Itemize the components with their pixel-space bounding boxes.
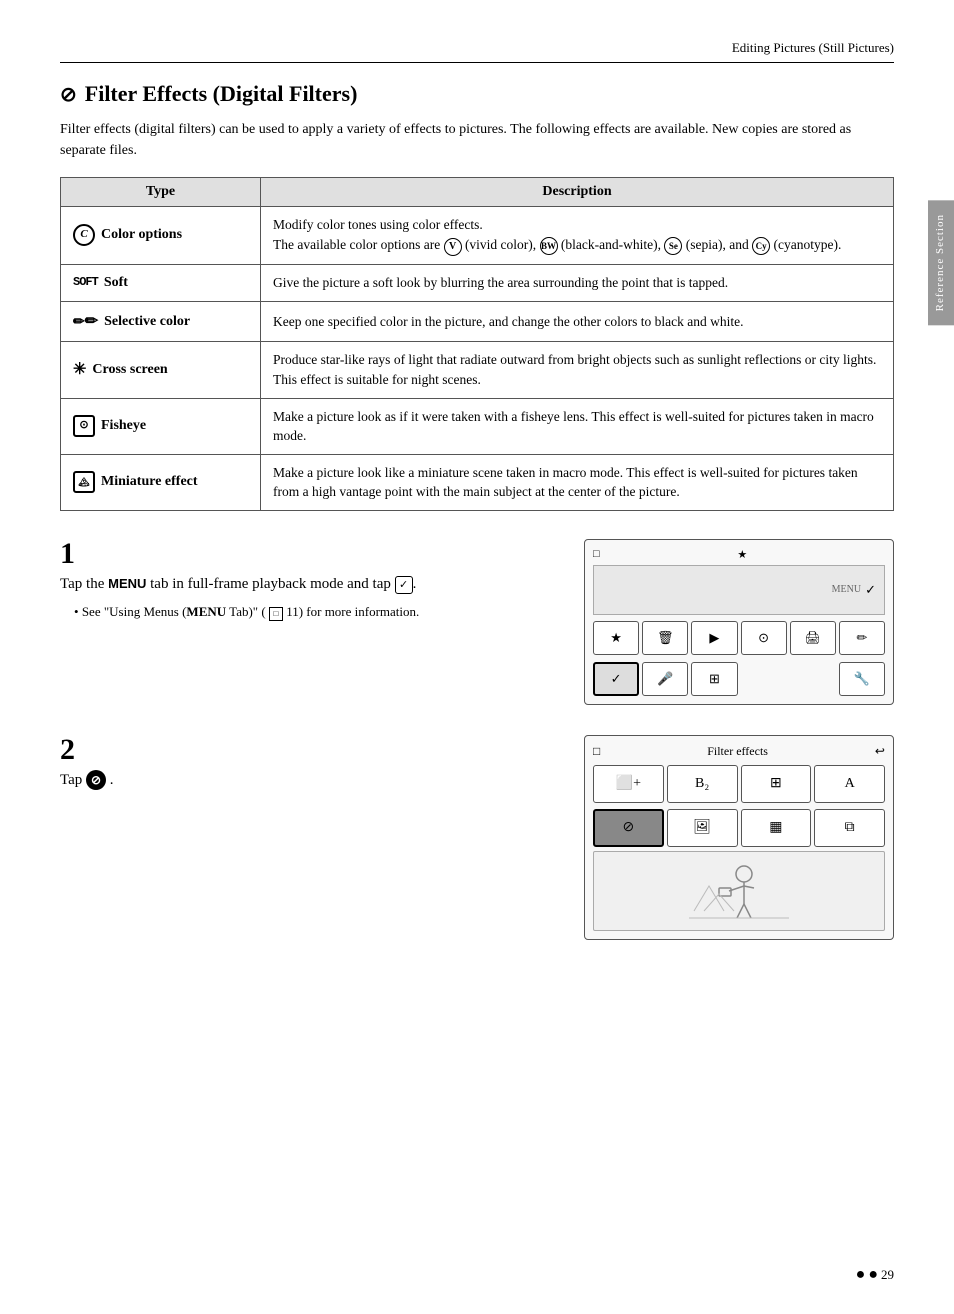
filter-title-bar: □ Filter effects ↩ bbox=[593, 744, 885, 759]
section-title-text: Filter Effects (Digital Filters) bbox=[85, 81, 358, 107]
desc-cell-color-options: Modify color tones using color effects. … bbox=[261, 207, 894, 265]
footer-bullet1: ● bbox=[856, 1266, 866, 1284]
table-row: ✳ Cross screen Produce star-like rays of… bbox=[61, 342, 894, 398]
f-btn-panorama[interactable]: ⬜+ bbox=[593, 765, 664, 803]
cam-top-star: ★ bbox=[737, 548, 747, 561]
cam-btn-play[interactable]: ▶ bbox=[691, 621, 737, 655]
page-footer: ● ● 29 bbox=[856, 1266, 894, 1284]
soft-icon: SOFT bbox=[73, 274, 98, 291]
selective-color-label: Selective color bbox=[104, 312, 190, 332]
menu-keyword-2: MENU bbox=[186, 604, 226, 619]
step-1-text: Tap the MENU tab in full-frame playback … bbox=[60, 573, 560, 596]
filter-ui-back: ↩ bbox=[875, 744, 885, 759]
section-title: ⊘ Filter Effects (Digital Filters) bbox=[60, 81, 894, 107]
f-btn-b2[interactable]: B₂ bbox=[667, 765, 738, 803]
step-1-number: 1 bbox=[60, 539, 560, 569]
desc-cell-cross: Produce star-like rays of light that rad… bbox=[261, 342, 894, 398]
desc-cell-miniature: Make a picture look like a miniature sce… bbox=[261, 454, 894, 510]
filter-icon-inline: ⊘ bbox=[86, 770, 106, 790]
col-desc-header: Description bbox=[261, 178, 894, 207]
fisheye-label: Fisheye bbox=[101, 416, 146, 436]
step-2-filter-ui: □ Filter effects ↩ ⬜+ B₂ ⊞ A ⊘ 🖼 ▦ bbox=[584, 735, 894, 940]
cam-btn-edit[interactable]: ✏ bbox=[839, 621, 885, 655]
header-title: Editing Pictures (Still Pictures) bbox=[732, 40, 894, 55]
f-btn-frame[interactable]: 🖼 bbox=[667, 809, 738, 847]
fisheye-icon: ⊙ bbox=[73, 415, 95, 437]
menu-keyword: MENU bbox=[108, 576, 146, 591]
cam-grid-row1: ★ 🗑 ▶ ⊙ 🖨 ✏ bbox=[593, 621, 885, 655]
table-row: ✏ Selective color Keep one specified col… bbox=[61, 302, 894, 342]
selective-color-icon: ✏ bbox=[73, 310, 98, 333]
filter-ui-title: Filter effects bbox=[707, 744, 768, 759]
check-tag: ✓ bbox=[865, 582, 876, 598]
filter-grid-row1: ⬜+ B₂ ⊞ A bbox=[593, 765, 885, 803]
miniature-icon: 🏔 bbox=[73, 471, 95, 493]
cam-btn-mic[interactable]: 🎤 bbox=[642, 662, 688, 696]
cam-btn-wrench[interactable]: 🔧 bbox=[839, 662, 885, 696]
footer-bullet2: ● bbox=[868, 1266, 878, 1284]
table-row: SOFT Soft Give the picture a soft look b… bbox=[61, 264, 894, 301]
step-1-note: See "Using Menus (MENU Tab)" ( □ 11) for… bbox=[74, 603, 560, 622]
type-cell-soft: SOFT Soft bbox=[61, 264, 261, 301]
step-2: 2 Tap ⊘ . □ Filter effects ↩ ⬜+ B₂ bbox=[60, 735, 894, 940]
cross-screen-label: Cross screen bbox=[92, 360, 167, 380]
cam-btn-empty2 bbox=[790, 662, 836, 696]
cam-btn-trash[interactable]: 🗑 bbox=[642, 621, 688, 655]
camera-ui-1: □ ★ MENU ✓ ★ 🗑 ▶ ⊙ 🖨 ✏ bbox=[584, 539, 894, 705]
color-options-icon: C bbox=[73, 224, 95, 246]
cam-top-bar: □ ★ bbox=[593, 548, 885, 561]
miniature-label: Miniature effect bbox=[101, 472, 198, 492]
f-btn-bars[interactable]: ▦ bbox=[741, 809, 812, 847]
step-1-camera-ui: □ ★ MENU ✓ ★ 🗑 ▶ ⊙ 🖨 ✏ bbox=[584, 539, 894, 705]
cam-btn-check[interactable]: ✓ bbox=[593, 662, 639, 696]
desc-cell-soft: Give the picture a soft look by blurring… bbox=[261, 264, 894, 301]
cam-btn-protect[interactable]: ⊙ bbox=[741, 621, 787, 655]
step-2-left: 2 Tap ⊘ . bbox=[60, 735, 560, 800]
step-1-left: 1 Tap the MENU tab in full-frame playbac… bbox=[60, 539, 560, 622]
step-2-number: 2 bbox=[60, 735, 560, 765]
type-cell-fisheye: ⊙ Fisheye bbox=[61, 398, 261, 454]
cam-grid-row2: ✓ 🎤 ⊞ 🔧 bbox=[593, 662, 885, 696]
menu-tag: MENU bbox=[832, 584, 861, 595]
page: Reference Section Editing Pictures (Stil… bbox=[0, 0, 954, 1314]
cam-top-left: □ bbox=[593, 548, 600, 560]
type-cell-cross: ✳ Cross screen bbox=[61, 342, 261, 398]
cam-btn-print[interactable]: 🖨 bbox=[790, 621, 836, 655]
f-btn-filter-active[interactable]: ⊘ bbox=[593, 809, 664, 847]
sidebar-label: Reference Section bbox=[928, 200, 954, 325]
table-row: C Color options Modify color tones using… bbox=[61, 207, 894, 265]
f-btn-grid2[interactable]: ⊞ bbox=[741, 765, 812, 803]
soft-label: Soft bbox=[104, 273, 128, 293]
cam-illustration: MENU ✓ bbox=[593, 565, 885, 615]
filter-table: Type Description C Color options Modify … bbox=[60, 177, 894, 511]
desc-cell-selective: Keep one specified color in the picture,… bbox=[261, 302, 894, 342]
cam-btn-grid[interactable]: ⊞ bbox=[691, 662, 737, 696]
cam-btn-star[interactable]: ★ bbox=[593, 621, 639, 655]
color-options-label: Color options bbox=[101, 225, 182, 245]
cam-btn-empty1 bbox=[741, 662, 787, 696]
f-btn-overlay[interactable]: ⧉ bbox=[814, 809, 885, 847]
f-btn-a[interactable]: A bbox=[814, 765, 885, 803]
type-cell-selective: ✏ Selective color bbox=[61, 302, 261, 342]
col-type-header: Type bbox=[61, 178, 261, 207]
filter-effects-ui: □ Filter effects ↩ ⬜+ B₂ ⊞ A ⊘ 🖼 ▦ bbox=[584, 735, 894, 940]
desc-cell-fisheye: Make a picture look as if it were taken … bbox=[261, 398, 894, 454]
table-row: ⊙ Fisheye Make a picture look as if it w… bbox=[61, 398, 894, 454]
page-header: Editing Pictures (Still Pictures) bbox=[60, 40, 894, 63]
steps-container: 1 Tap the MENU tab in full-frame playbac… bbox=[60, 539, 894, 940]
page-number: 29 bbox=[881, 1267, 894, 1283]
step-2-text: Tap ⊘ . bbox=[60, 769, 560, 792]
filter-grid-row2: ⊘ 🖼 ▦ ⧉ bbox=[593, 809, 885, 847]
type-cell-miniature: 🏔 Miniature effect bbox=[61, 454, 261, 510]
section-icon: ⊘ bbox=[60, 82, 77, 107]
checkmark-icon: ✓ bbox=[395, 576, 413, 594]
step-1: 1 Tap the MENU tab in full-frame playbac… bbox=[60, 539, 894, 705]
person-svg bbox=[689, 856, 789, 926]
camera-illustration bbox=[593, 851, 885, 931]
intro-text: Filter effects (digital filters) can be … bbox=[60, 119, 894, 161]
type-cell-color-options: C Color options bbox=[61, 207, 261, 265]
table-row: 🏔 Miniature effect Make a picture look l… bbox=[61, 454, 894, 510]
cross-screen-icon: ✳ bbox=[73, 358, 86, 381]
filter-ui-spacer: □ bbox=[593, 744, 600, 759]
